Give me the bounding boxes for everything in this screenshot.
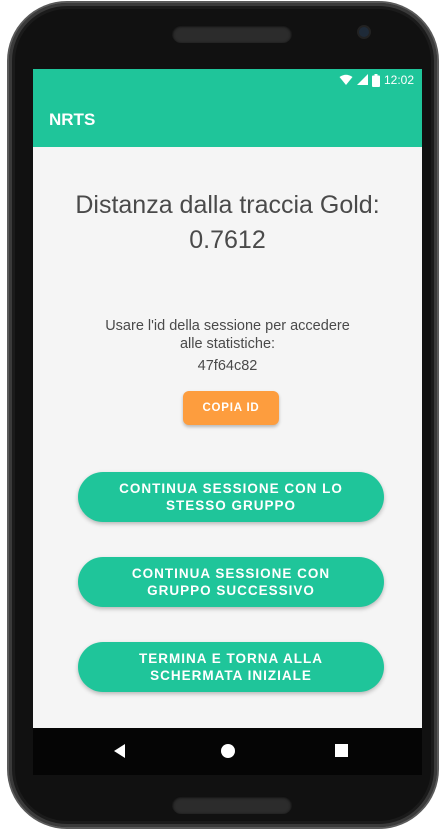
continue-same-group-button[interactable]: CONTINUA SESSIONE CON LO STESSO GRUPPO	[78, 472, 384, 522]
app-screen: 12:02 NRTS Distanza dalla traccia Gold: …	[33, 69, 422, 728]
continue-same-group-label-2: STESSO GRUPPO	[165, 498, 296, 513]
end-session-button[interactable]: TERMINA E TORNA ALLA SCHERMATA INIZIALE	[78, 642, 384, 692]
continue-next-group-label-2: GRUPPO SUCCESSIVO	[147, 583, 315, 598]
bottom-speaker	[172, 796, 292, 814]
continue-next-group-button[interactable]: CONTINUA SESSIONE CON GRUPPO SUCCESSIVO	[78, 557, 384, 607]
copy-id-button[interactable]: COPIA ID	[183, 391, 279, 425]
wifi-icon	[339, 74, 353, 85]
status-icons: 12:02	[339, 73, 414, 87]
session-id: 47f64c82	[197, 358, 258, 374]
back-triangle-icon[interactable]	[114, 744, 125, 758]
app-title: NRTS	[49, 110, 96, 129]
navigation-bar	[33, 728, 422, 775]
main-content: Distanza dalla traccia Gold: 0.7612 Usar…	[33, 147, 422, 728]
battery-icon	[371, 73, 380, 87]
signal-icon	[356, 74, 368, 85]
status-bar: 12:02	[33, 69, 422, 92]
app-bar: NRTS	[33, 92, 422, 147]
session-info-line1: Usare l'id della sessione per accedere	[105, 318, 350, 334]
recent-square-icon[interactable]	[335, 744, 348, 757]
session-info-text: Usare l'id della sessione per accedere a…	[33, 317, 422, 353]
session-info-line2: alle statistiche:	[179, 336, 276, 352]
top-speaker	[172, 25, 292, 43]
end-session-label-2: SCHERMATA INIZIALE	[150, 668, 312, 683]
distance-label: Distanza dalla traccia Gold:	[75, 191, 380, 219]
distance-value: 0.7612	[189, 226, 266, 254]
status-time: 12:02	[383, 73, 414, 87]
end-session-label-1: TERMINA E TORNA ALLA	[139, 651, 323, 666]
home-circle-icon[interactable]	[221, 744, 235, 758]
continue-next-group-label-1: CONTINUA SESSIONE CON	[131, 566, 331, 581]
front-camera	[359, 27, 369, 37]
continue-same-group-label-1: CONTINUA SESSIONE CON LO	[119, 481, 343, 496]
